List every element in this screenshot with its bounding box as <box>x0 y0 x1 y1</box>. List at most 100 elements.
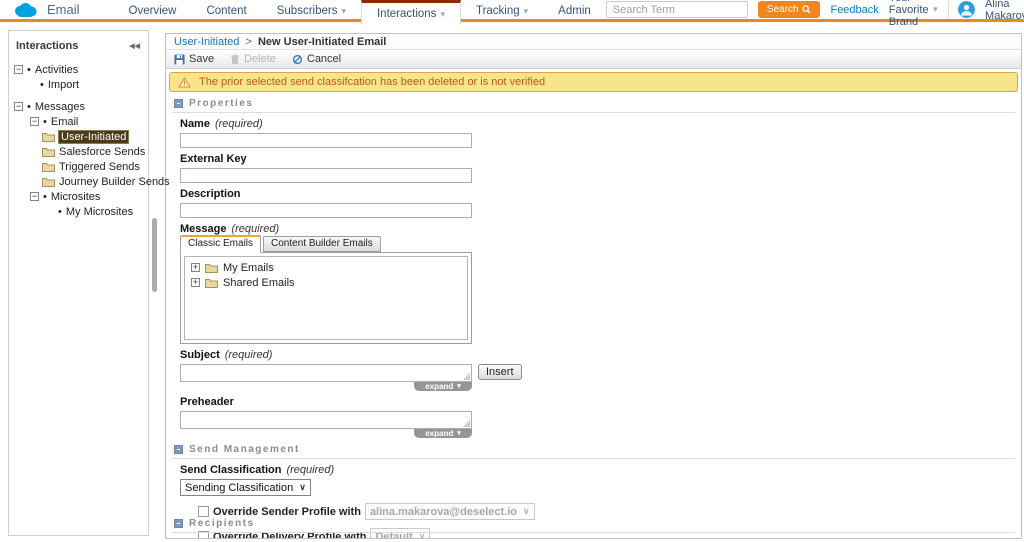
warning-message: The prior selected send classifcation ha… <box>199 76 545 88</box>
nav-interactions[interactable]: Interactions <box>361 0 461 25</box>
brand-label: Your Favorite Brand <box>889 0 929 28</box>
tab-content-builder-emails[interactable]: Content Builder Emails <box>263 236 381 252</box>
sidebar-item-journey-builder-sends[interactable]: Journey Builder Sends <box>9 174 148 189</box>
tree-label: Messages <box>35 101 85 113</box>
sidebar-item-user-initiated[interactable]: User-Initiated <box>9 129 148 144</box>
tree-label-selected: User-Initiated <box>59 131 128 143</box>
topbar-right-cluster: Search Feedback Your Favorite Brand Alin… <box>606 0 1024 19</box>
salesforce-cloud-logo-icon <box>12 1 39 19</box>
preheader-expand-button[interactable]: expand <box>414 429 472 438</box>
save-button[interactable]: Save <box>174 53 214 65</box>
external-key-label-text: External Key <box>180 153 247 165</box>
external-key-field[interactable] <box>180 168 472 183</box>
folder-shared-emails[interactable]: Shared Emails <box>191 275 461 290</box>
sidebar-item-microsites[interactable]: Microsites <box>9 189 148 204</box>
toolbar: Save Delete Cancel <box>166 50 1021 69</box>
user-menu[interactable]: Alina Makarova <box>985 0 1024 22</box>
nav-tracking[interactable]: Tracking <box>461 0 543 22</box>
brand-selector[interactable]: Your Favorite Brand <box>889 0 938 28</box>
cancel-icon <box>292 54 303 65</box>
tree-label: Journey Builder Sends <box>59 176 170 188</box>
sidebar-item-email[interactable]: Email <box>9 114 148 129</box>
external-key-label: External Key <box>180 153 1021 166</box>
cancel-button[interactable]: Cancel <box>292 53 341 65</box>
description-label: Description <box>180 188 1021 201</box>
subject-field[interactable] <box>180 364 472 382</box>
send-classification-label-text: Send Classification <box>180 464 281 476</box>
folder-label: My Emails <box>223 262 274 274</box>
section-recipients-title: Recipients <box>189 518 255 529</box>
sidebar-item-salesforce-sends[interactable]: Salesforce Sends <box>9 144 148 159</box>
sidebar-item-my-microsites[interactable]: My Microsites <box>9 204 148 219</box>
folder-my-emails[interactable]: My Emails <box>191 260 461 275</box>
bullet-icon <box>58 206 62 218</box>
bullet-icon <box>27 64 31 76</box>
sidebar-item-import[interactable]: Import <box>9 77 148 92</box>
properties-form: Name (required) External Key Description… <box>166 118 1021 438</box>
subject-textarea-wrap <box>180 364 472 382</box>
nav-overview[interactable]: Overview <box>114 0 192 22</box>
tree-label: Triggered Sends <box>59 161 140 173</box>
user-name-label: Alina Makarova <box>985 0 1024 22</box>
breadcrumb-parent-link[interactable]: User-Initiated <box>174 36 239 48</box>
tab-classic-emails[interactable]: Classic Emails <box>180 235 261 253</box>
collapse-section-icon[interactable] <box>174 519 183 528</box>
sidebar-item-messages[interactable]: Messages <box>9 99 148 114</box>
logo-wrap: Email <box>0 0 80 19</box>
nav-subscribers-label: Subscribers <box>277 5 338 17</box>
collapse-node-icon[interactable] <box>14 65 23 74</box>
subject-label: Subject (required) <box>180 349 1021 362</box>
email-folder-picker: My Emails Shared Emails <box>180 252 472 344</box>
insert-button[interactable]: Insert <box>478 364 522 380</box>
nav-interactions-label: Interactions <box>377 8 436 20</box>
tree-label: My Microsites <box>66 206 133 218</box>
sidebar-scrollbar-thumb[interactable] <box>152 218 157 292</box>
bullet-icon <box>43 116 47 128</box>
delete-button-label: Delete <box>244 53 276 65</box>
search-button-label: Search <box>767 4 799 15</box>
search-button[interactable]: Search <box>758 1 821 18</box>
sidebar-item-triggered-sends[interactable]: Triggered Sends <box>9 159 148 174</box>
delete-button[interactable]: Delete <box>230 53 276 65</box>
send-classification-select[interactable]: Sending Classification <box>180 479 311 496</box>
collapse-node-icon[interactable] <box>30 192 39 201</box>
tree-label: Salesforce Sends <box>59 146 145 158</box>
tree-label: Activities <box>35 64 78 76</box>
description-label-text: Description <box>180 188 241 200</box>
preheader-label-text: Preheader <box>180 396 234 408</box>
sidebar-header: Interactions <box>9 36 148 62</box>
folder-icon <box>42 132 55 142</box>
user-avatar[interactable] <box>958 1 975 18</box>
tree-label: Email <box>51 116 79 128</box>
collapse-section-icon[interactable] <box>174 99 183 108</box>
nav-admin[interactable]: Admin <box>543 0 606 22</box>
preheader-label: Preheader <box>180 396 1021 409</box>
nav-overview-label: Overview <box>129 5 177 17</box>
section-send-management-header: Send Management <box>172 442 1015 459</box>
preheader-field[interactable] <box>180 411 472 429</box>
breadcrumb-separator: > <box>245 36 251 48</box>
folder-icon <box>42 162 55 172</box>
folder-label: Shared Emails <box>223 277 295 289</box>
collapse-section-icon[interactable] <box>174 445 183 454</box>
email-folder-tree: My Emails Shared Emails <box>184 256 468 340</box>
required-hint: (required) <box>215 118 263 130</box>
nav-content[interactable]: Content <box>191 0 261 22</box>
expand-label: expand <box>425 429 453 438</box>
save-button-label: Save <box>189 53 214 65</box>
nav-content-label: Content <box>206 5 246 17</box>
expand-node-icon[interactable] <box>191 278 200 287</box>
sidebar-item-activities[interactable]: Activities <box>9 62 148 77</box>
nav-subscribers[interactable]: Subscribers <box>262 0 361 22</box>
search-input[interactable] <box>606 1 748 18</box>
collapse-sidebar-icon[interactable] <box>129 42 140 50</box>
expand-node-icon[interactable] <box>191 263 200 272</box>
required-hint: (required) <box>286 464 334 476</box>
name-field[interactable] <box>180 133 472 148</box>
description-field[interactable] <box>180 203 472 218</box>
collapse-node-icon[interactable] <box>14 102 23 111</box>
subject-expand-button[interactable]: expand <box>414 382 472 391</box>
feedback-link[interactable]: Feedback <box>830 4 878 16</box>
collapse-node-icon[interactable] <box>30 117 39 126</box>
preheader-textarea-wrap <box>180 411 472 429</box>
